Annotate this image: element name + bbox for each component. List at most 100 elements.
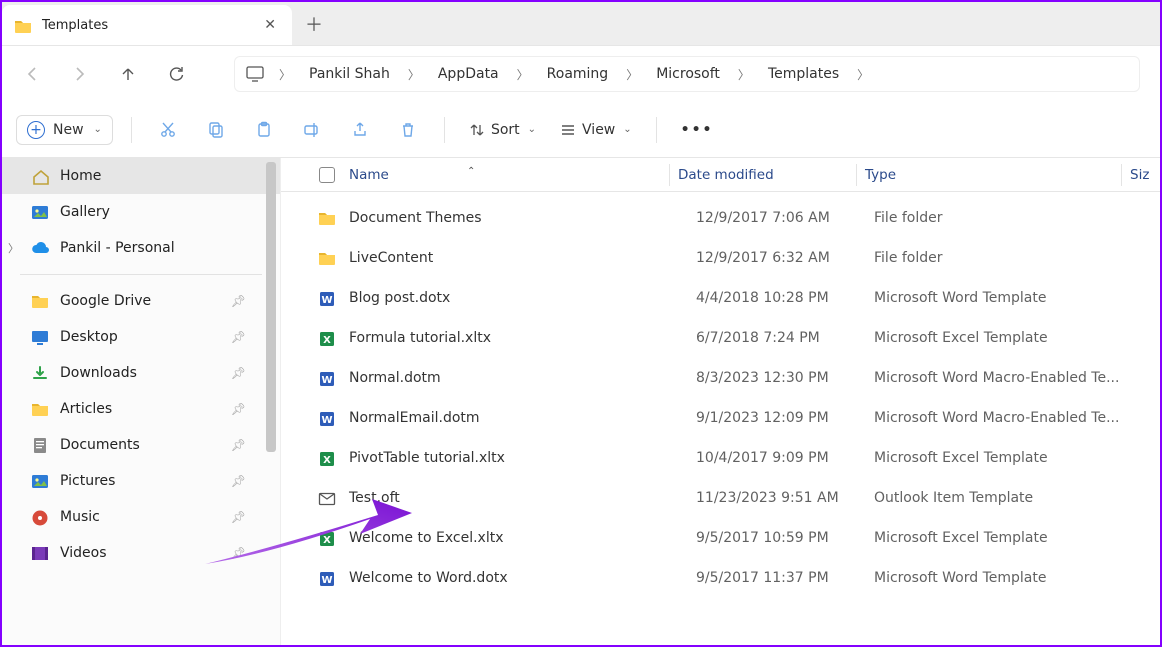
breadcrumb-item[interactable]: Pankil Shah [303,64,396,84]
file-type: Microsoft Excel Template [874,330,1130,346]
cut-icon[interactable] [150,112,186,148]
folder-y-icon [30,400,50,418]
file-date: 9/5/2017 11:37 PM [696,570,874,586]
file-type: File folder [874,210,1130,226]
excel-icon [305,530,349,547]
gallery-icon [30,203,50,221]
sidebar-item-label: Music [60,509,100,525]
plus-icon: + [27,121,45,139]
delete-icon[interactable] [390,112,426,148]
forward-button[interactable] [70,64,90,84]
chevron-right-icon[interactable]: 〉 [509,66,537,83]
file-row[interactable]: PivotTable tutorial.xltx10/4/2017 9:09 P… [281,438,1160,478]
file-name: LiveContent [349,250,696,266]
chevron-right-icon[interactable]: 〉 [849,66,877,83]
back-button[interactable] [22,64,42,84]
new-button[interactable]: + New ⌄ [16,115,113,145]
sidebar-item-home[interactable]: Home [2,158,280,194]
sort-icon [469,122,485,138]
chevron-down-icon: ⌄ [623,124,631,135]
file-row[interactable]: Document Themes12/9/2017 7:06 AMFile fol… [281,198,1160,238]
sort-label: Sort [491,122,520,138]
column-type[interactable]: Type [865,167,1121,183]
column-name[interactable]: Name⌃ [349,167,669,183]
chevron-right-icon[interactable]: 〉 [618,66,646,83]
folder-y-icon [30,292,50,310]
sort-indicator-icon: ⌃ [467,166,475,177]
folder-icon [14,18,32,32]
pin-icon[interactable]: 📌︎ [231,330,246,344]
sidebar-item-label: Pankil - Personal [60,240,175,256]
scrollbar[interactable] [264,160,278,643]
view-button[interactable]: View ⌄ [554,118,638,142]
breadcrumb-item[interactable]: Microsoft [650,64,726,84]
sidebar-item-articles[interactable]: Articles📌︎ [2,391,280,427]
file-row[interactable]: LiveContent12/9/2017 6:32 AMFile folder [281,238,1160,278]
rename-icon[interactable] [294,112,330,148]
pin-icon[interactable]: 📌︎ [231,438,246,452]
sort-button[interactable]: Sort ⌄ [463,118,542,142]
paste-icon[interactable] [246,112,282,148]
pin-icon[interactable]: 📌︎ [231,294,246,308]
chevron-right-icon[interactable]: 〉 [400,66,428,83]
separator [131,117,132,143]
file-row[interactable]: Welcome to Excel.xltx9/5/2017 10:59 PMMi… [281,518,1160,558]
column-date[interactable]: Date modified [678,167,856,183]
share-icon[interactable] [342,112,378,148]
sidebar-item-label: Pictures [60,473,115,489]
scrollbar-thumb[interactable] [266,162,276,452]
sidebar-item-pictures[interactable]: Pictures 📌︎ [2,463,280,499]
file-row[interactable]: Normal.dotm8/3/2023 12:30 PMMicrosoft Wo… [281,358,1160,398]
close-tab-icon[interactable]: ✕ [264,17,276,33]
file-row[interactable]: NormalEmail.dotm9/1/2023 12:09 PMMicroso… [281,398,1160,438]
sidebar-item-videos[interactable]: Videos📌︎ [2,535,280,571]
chevron-down-icon: ⌄ [94,124,102,135]
select-all-checkbox[interactable] [305,167,349,183]
breadcrumb-item[interactable]: Roaming [541,64,615,84]
chevron-right-icon[interactable]: 〉 [8,240,19,256]
file-type: Microsoft Word Template [874,290,1130,306]
file-row[interactable]: Formula tutorial.xltx6/7/2018 7:24 PMMic… [281,318,1160,358]
breadcrumb-item[interactable]: AppData [432,64,505,84]
sidebar-item-documents[interactable]: Documents📌︎ [2,427,280,463]
file-row[interactable]: Test.oft11/23/2023 9:51 AMOutlook Item T… [281,478,1160,518]
pin-icon[interactable]: 📌︎ [231,510,246,524]
chevron-right-icon[interactable]: 〉 [271,66,299,83]
file-type: Microsoft Excel Template [874,530,1130,546]
word-icon [305,290,349,307]
file-row[interactable]: Blog post.dotx4/4/2018 10:28 PMMicrosoft… [281,278,1160,318]
file-name: Test.oft [349,490,696,506]
sidebar-item-desktop[interactable]: Desktop📌︎ [2,319,280,355]
column-headers: Name⌃ Date modified Type Siz [281,158,1160,192]
more-button[interactable]: ••• [675,118,720,142]
breadcrumb-item[interactable]: Templates [762,64,845,84]
refresh-button[interactable] [166,64,186,84]
chevron-right-icon[interactable]: 〉 [730,66,758,83]
file-type: File folder [874,250,1130,266]
file-name: Normal.dotm [349,370,696,386]
word-icon [305,370,349,387]
sidebar-item-label: Downloads [60,365,137,381]
file-name: Formula tutorial.xltx [349,330,696,346]
pin-icon[interactable]: 📌︎ [231,402,246,416]
pin-icon[interactable]: 📌︎ [231,474,246,488]
new-tab-button[interactable]: ＋ [292,2,336,45]
new-label: New [53,122,84,138]
file-type: Microsoft Word Macro-Enabled Te... [874,410,1130,426]
up-button[interactable] [118,64,138,84]
sidebar-item-gallery[interactable]: Gallery [2,194,280,230]
file-date: 8/3/2023 12:30 PM [696,370,874,386]
sidebar-item-downloads[interactable]: Downloads 📌︎ [2,355,280,391]
sidebar-item-google-drive[interactable]: Google Drive📌︎ [2,283,280,319]
window-tab[interactable]: Templates ✕ [2,5,292,45]
column-size[interactable]: Siz [1130,167,1160,183]
pin-icon[interactable]: 📌︎ [231,366,246,380]
word-icon [305,570,349,587]
file-date: 12/9/2017 7:06 AM [696,210,874,226]
pin-icon[interactable]: 📌︎ [231,546,246,560]
sidebar-item-music[interactable]: Music 📌︎ [2,499,280,535]
sidebar-item-pankil---personal[interactable]: 〉 Pankil - Personal [2,230,280,266]
copy-icon[interactable] [198,112,234,148]
file-row[interactable]: Welcome to Word.dotx9/5/2017 11:37 PMMic… [281,558,1160,598]
address-bar[interactable]: 〉 Pankil Shah 〉 AppData 〉 Roaming 〉 Micr… [234,56,1140,92]
